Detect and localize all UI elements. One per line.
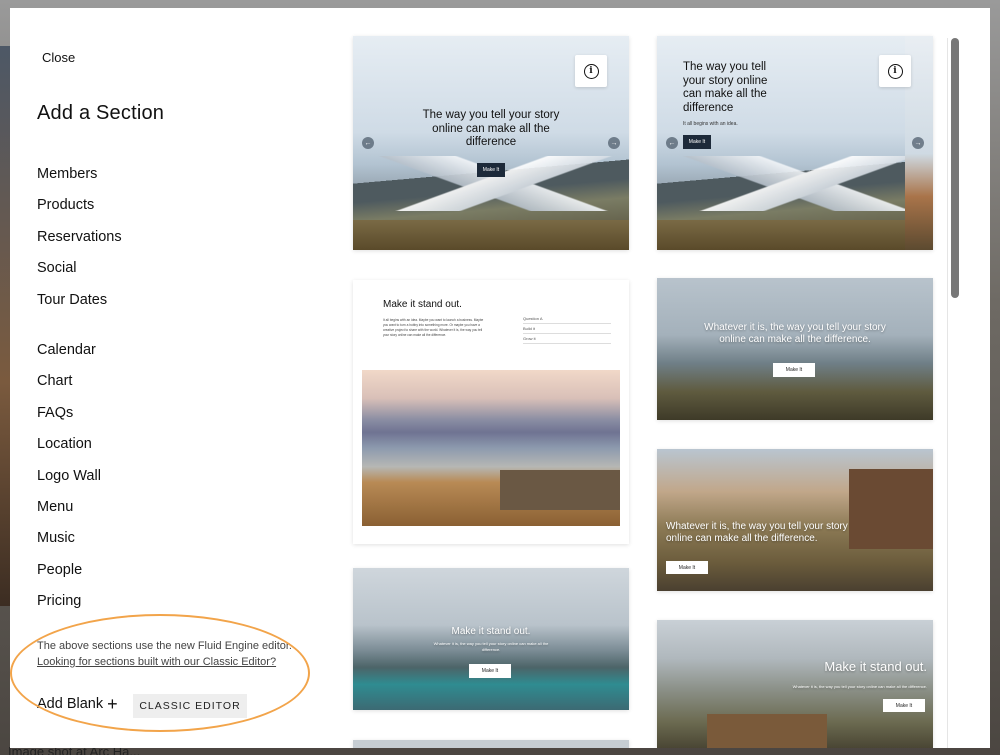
card-cta-button: Make It [683,135,711,149]
add-section-modal: Close Add a Section Members Products Res… [10,8,990,748]
template-card-lake-center[interactable]: Make it stand out. Whatever it is, the w… [353,568,629,710]
template-card-content-with-list[interactable]: Make it stand out. It all begins with an… [353,280,629,544]
category-logo-wall[interactable]: Logo Wall [37,461,277,492]
classic-editor-link[interactable]: Looking for sections built with our Clas… [37,656,276,668]
card-heading: Whatever it is, the way you tell your st… [704,322,886,345]
scrollbar-thumb[interactable] [951,38,959,298]
add-blank-button[interactable]: Add Blank + [37,694,118,714]
card-subtext: Whatever it is, the way you tell your st… [433,641,549,652]
card-image-mountains [657,155,933,212]
category-social[interactable]: Social [37,253,277,284]
card-image-lake-house [362,370,620,526]
category-reservations[interactable]: Reservations [37,222,277,253]
plus-icon: + [107,694,118,714]
section-template-gallery: The way you tell your story online can m… [340,8,960,748]
section-category-list-secondary: Calendar Chart FAQs Location Logo Wall M… [37,335,277,618]
category-pricing[interactable]: Pricing [37,586,277,617]
card-heading: The way you tell your story online can m… [683,61,768,114]
card-heading: Make it stand out. [383,299,462,310]
close-link[interactable]: Close [42,50,75,65]
card-heading: The way you tell your story online can m… [422,109,560,148]
template-card-hero-overlay[interactable]: Whatever it is, the way you tell your st… [657,278,933,420]
category-music[interactable]: Music [37,523,277,554]
backdrop-photo-strip [0,46,10,606]
card-image-ground [657,220,933,250]
card-image-house [500,470,620,510]
arrow-left-icon: ← [666,137,678,149]
card-image-ground [353,220,629,250]
card-heading: Make it stand out. [824,659,927,674]
panel-title: Add a Section [37,102,165,124]
template-card-hero-bottom-left[interactable]: Whatever it is, the way you tell your st… [657,449,933,591]
category-calendar[interactable]: Calendar [37,335,277,366]
fluid-engine-note: The above sections use the new Fluid Eng… [37,640,292,652]
accordion-item: Question A [523,314,611,324]
info-button[interactable]: i [575,55,607,87]
template-card-hero-left[interactable]: The way you tell your story online can m… [657,36,933,250]
accordion-item: Grow it [523,334,611,344]
card-heading: Make it stand out. [451,626,531,637]
arrow-right-icon: → [912,137,924,149]
card-heading: Whatever it is, the way you tell your st… [666,521,848,544]
card-cta-button: Make It [477,163,505,177]
card-body: It all begins with an idea. Maybe you wa… [383,318,484,337]
category-products[interactable]: Products [37,190,277,221]
info-button[interactable]: i [879,55,911,87]
card-image-cabin [707,714,827,748]
category-location[interactable]: Location [37,429,277,460]
card-cta-button: Make It [666,561,708,574]
card-subtext: It all begins with an idea. [683,121,738,127]
add-blank-label: Add Blank [37,696,104,712]
gallery-scrollbar[interactable] [947,38,959,748]
category-faqs[interactable]: FAQs [37,398,277,429]
info-icon: i [887,63,903,79]
arrow-left-icon: ← [362,137,374,149]
section-category-list-primary: Members Products Reservations Social Tou… [37,159,277,316]
template-card-partial[interactable] [353,740,629,748]
template-card-hero-centered[interactable]: The way you tell your story online can m… [353,36,629,250]
template-card-hero-right[interactable]: Make it stand out. Whatever it is, the w… [657,620,933,748]
card-cta-button: Make It [883,699,925,712]
card-accordion-list: Question A Build it Grow it [523,314,611,344]
category-chart[interactable]: Chart [37,366,277,397]
category-members[interactable]: Members [37,159,277,190]
arrow-right-icon: → [608,137,620,149]
category-menu[interactable]: Menu [37,492,277,523]
section-sidebar: Close Add a Section Members Products Res… [10,8,340,748]
category-tour-dates[interactable]: Tour Dates [37,285,277,316]
card-cta-button: Make It [773,363,815,377]
category-people[interactable]: People [37,555,277,586]
card-subtext: Whatever it is, the way you tell your st… [792,684,927,689]
accordion-item: Build it [523,324,611,334]
card-cta-button: Make It [469,664,511,678]
classic-editor-button[interactable]: CLASSIC EDITOR [133,694,247,718]
info-icon: i [583,63,599,79]
